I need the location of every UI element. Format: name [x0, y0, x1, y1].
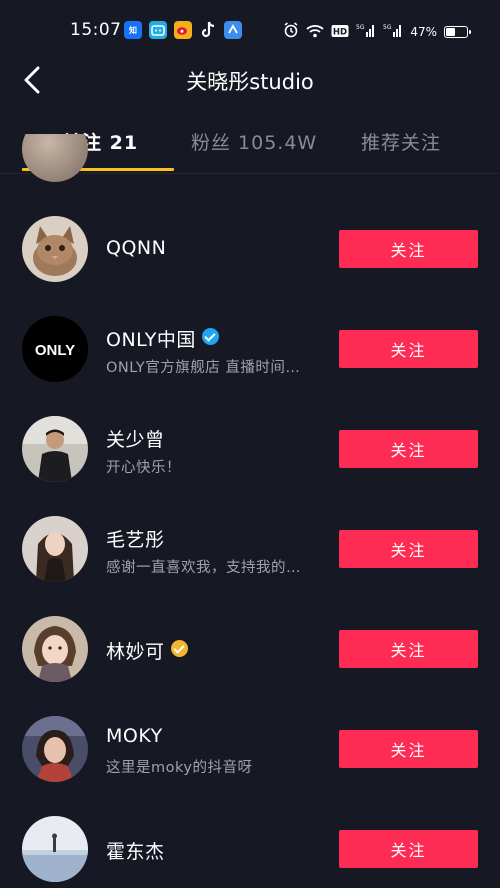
follow-button[interactable]: 关注 [339, 430, 478, 468]
list-item[interactable]: 霍东杰 关注 [0, 816, 500, 888]
follow-button[interactable]: 关注 [339, 530, 478, 568]
avatar[interactable] [22, 616, 88, 682]
list-item[interactable]: 林妙可 关注 [0, 616, 500, 716]
list-item[interactable]: MOKY 这里是moky的抖音呀 关注 [0, 716, 500, 816]
logo-text: ONLY [35, 342, 75, 359]
svg-text:5G: 5G [356, 24, 365, 31]
wifi-icon [306, 23, 324, 42]
follow-button[interactable]: 关注 [339, 830, 478, 868]
5g-signal-icon: 5G [383, 23, 403, 42]
user-name-line: ONLY中国 [106, 325, 219, 352]
system-icons: HD 5G 5G 47% [283, 22, 471, 42]
user-description: 这里是moky的抖音呀 [106, 760, 253, 776]
avatar[interactable] [22, 816, 88, 882]
notification-app-icons: 知 [124, 21, 242, 39]
tab-followers[interactable]: 粉丝 105.4W [191, 128, 317, 155]
avatar[interactable] [22, 416, 88, 482]
avatar[interactable] [22, 716, 88, 782]
list-item[interactable]: 毛艺彤 感谢一直喜欢我，支持我的… 关注 [0, 516, 500, 616]
user-description: ONLY官方旗舰店 直播时间… [106, 360, 301, 376]
avatar[interactable] [22, 516, 88, 582]
user-name-line: 林妙可 [106, 637, 188, 664]
verified-badge-icon [170, 640, 188, 657]
tiktok-icon [199, 21, 217, 39]
follow-button[interactable]: 关注 [339, 630, 478, 668]
avatar[interactable] [22, 216, 88, 282]
user-name: 毛艺彤 [106, 529, 165, 551]
battery-icon [444, 26, 471, 38]
verified-badge-icon [201, 328, 219, 345]
bilibili-icon [149, 21, 167, 39]
user-name: 霍东杰 [106, 841, 165, 863]
user-name: MOKY [106, 725, 163, 747]
status-time: 15:07 [70, 20, 122, 40]
page-title: 关晓彤studio [186, 70, 314, 94]
list-item[interactable]: 关少曾 开心快乐！ 关注 [0, 416, 500, 516]
list-item[interactable]: ONLY ONLY中国 ONLY官方旗舰店 直播时间… 关注 [0, 316, 500, 416]
list-item[interactable]: QQNN 关注 [0, 216, 500, 316]
user-name: 林妙可 [106, 641, 165, 663]
user-name: QQNN [106, 237, 167, 259]
5g-signal-icon: 5G [356, 23, 376, 42]
avatar[interactable] [22, 134, 88, 182]
battery-percent: 47% [410, 25, 437, 39]
user-description: 开心快乐！ [106, 460, 181, 476]
alarm-icon [283, 22, 299, 42]
user-name: ONLY中国 [106, 329, 196, 351]
battery-level [446, 28, 455, 36]
user-name: 关少曾 [106, 429, 165, 451]
follow-button[interactable]: 关注 [339, 330, 478, 368]
svg-text:HD: HD [333, 27, 347, 37]
only-logo: ONLY [22, 316, 88, 382]
user-description: 感谢一直喜欢我，支持我的… [106, 560, 301, 576]
status-bar: 15:07 知 HD 5G 5G 47% [0, 0, 500, 62]
hd-icon: HD [331, 23, 349, 42]
svg-text:5G: 5G [383, 24, 392, 31]
avatar[interactable]: ONLY [22, 316, 88, 382]
browser-icon [224, 21, 242, 39]
follow-button[interactable]: 关注 [339, 230, 478, 268]
zhihu-icon: 知 [124, 21, 142, 39]
tab-recommended[interactable]: 推荐关注 [361, 128, 441, 155]
follow-button[interactable]: 关注 [339, 730, 478, 768]
weibo-icon [174, 21, 192, 39]
screen: 15:07 知 HD 5G 5G 47% 关晓彤studio 关注 21 粉丝 … [0, 0, 500, 888]
